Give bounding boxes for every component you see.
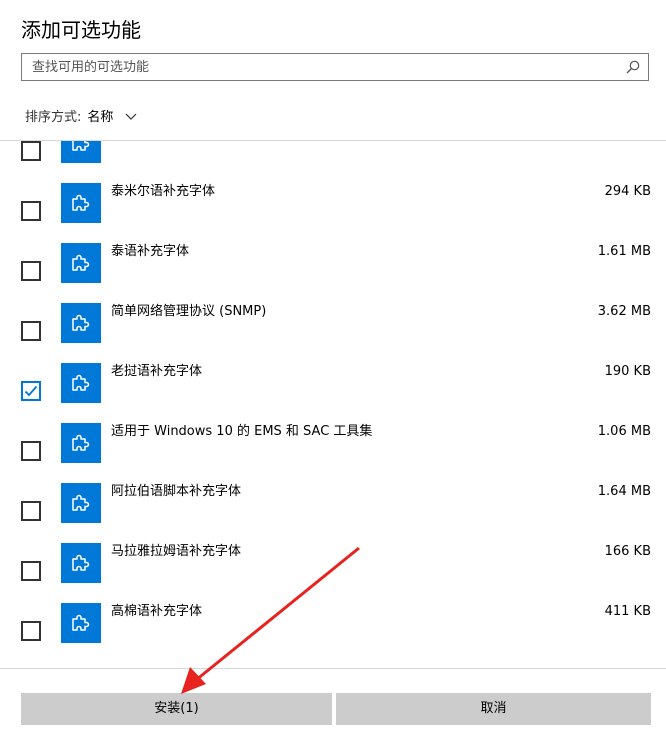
feature-icon-tile xyxy=(61,303,101,343)
sort-value[interactable]: 名称 xyxy=(87,106,113,125)
puzzle-piece-icon xyxy=(72,614,90,631)
feature-checkbox[interactable] xyxy=(21,561,41,581)
feature-size: 3.62 MB xyxy=(597,304,651,319)
feature-row[interactable]: 老挝语补充字体 190 KB xyxy=(0,363,666,423)
feature-row[interactable]: 高棉语补充字体 411 KB xyxy=(0,603,666,663)
search-icon[interactable] xyxy=(626,60,640,74)
sort-label: 排序方式: xyxy=(25,110,82,125)
puzzle-piece-icon xyxy=(72,254,90,271)
install-button[interactable]: 安装(1) xyxy=(21,693,332,725)
feature-row[interactable] xyxy=(0,141,666,183)
feature-list[interactable]: 泰米尔语补充字体 294 KB 泰语补充字体 1.61 MB 简单网络管理协议 (S… xyxy=(0,141,666,668)
feature-icon-tile xyxy=(61,183,101,223)
feature-size: 1.61 MB xyxy=(597,244,651,259)
search-input[interactable] xyxy=(32,54,622,80)
feature-row[interactable]: 泰语补充字体 1.61 MB xyxy=(0,243,666,303)
sort-control[interactable]: 排序方式: 名称 xyxy=(25,106,137,125)
puzzle-piece-icon xyxy=(72,141,90,151)
feature-checkbox[interactable] xyxy=(21,621,41,641)
feature-row[interactable]: 马拉雅拉姆语补充字体 166 KB xyxy=(0,543,666,603)
feature-name: 马拉雅拉姆语补充字体 xyxy=(111,544,242,559)
puzzle-piece-icon xyxy=(72,494,90,511)
feature-checkbox[interactable] xyxy=(21,501,41,521)
feature-size: 166 KB xyxy=(604,544,651,559)
feature-name: 阿拉伯语脚本补充字体 xyxy=(111,484,242,499)
feature-size: 190 KB xyxy=(604,364,651,379)
puzzle-piece-icon xyxy=(72,314,90,331)
feature-icon-tile xyxy=(61,363,101,403)
search-box[interactable] xyxy=(21,53,649,81)
feature-size: 1.06 MB xyxy=(597,424,651,439)
feature-row[interactable]: 阿拉伯语脚本补充字体 1.64 MB xyxy=(0,483,666,543)
feature-icon-tile xyxy=(61,423,101,463)
feature-checkbox[interactable] xyxy=(21,261,41,281)
feature-size: 294 KB xyxy=(604,184,651,199)
feature-checkbox[interactable] xyxy=(21,141,41,161)
feature-icon-tile xyxy=(61,141,101,163)
feature-row[interactable]: 泰米尔语补充字体 294 KB xyxy=(0,183,666,243)
feature-name: 简单网络管理协议 (SNMP) xyxy=(111,304,267,319)
feature-name: 泰语补充字体 xyxy=(111,244,190,259)
feature-checkbox[interactable] xyxy=(21,321,41,341)
feature-icon-tile xyxy=(61,483,101,523)
feature-size: 1.64 MB xyxy=(597,484,651,499)
feature-row[interactable]: 适用于 Windows 10 的 EMS 和 SAC 工具集 1.06 MB xyxy=(0,423,666,483)
feature-checkbox[interactable] xyxy=(21,201,41,221)
feature-size: 411 KB xyxy=(604,604,651,619)
puzzle-piece-icon xyxy=(72,434,90,451)
feature-name: 泰米尔语补充字体 xyxy=(111,184,216,199)
puzzle-piece-icon xyxy=(72,374,90,391)
cancel-button[interactable]: 取消 xyxy=(336,693,651,725)
feature-checkbox[interactable] xyxy=(21,381,41,401)
feature-name: 老挝语补充字体 xyxy=(111,364,203,379)
feature-name: 适用于 Windows 10 的 EMS 和 SAC 工具集 xyxy=(111,424,373,439)
feature-icon-tile xyxy=(61,243,101,283)
feature-icon-tile xyxy=(61,543,101,583)
puzzle-piece-icon xyxy=(72,554,90,571)
chevron-down-icon[interactable] xyxy=(125,110,137,122)
list-bottom-divider xyxy=(0,668,666,669)
checkmark-icon xyxy=(24,385,38,397)
feature-name: 高棉语补充字体 xyxy=(111,604,203,619)
feature-icon-tile xyxy=(61,603,101,643)
dialog-title: 添加可选功能 xyxy=(21,18,141,42)
feature-row[interactable]: 简单网络管理协议 (SNMP) 3.62 MB xyxy=(0,303,666,363)
feature-checkbox[interactable] xyxy=(21,441,41,461)
puzzle-piece-icon xyxy=(72,194,90,211)
